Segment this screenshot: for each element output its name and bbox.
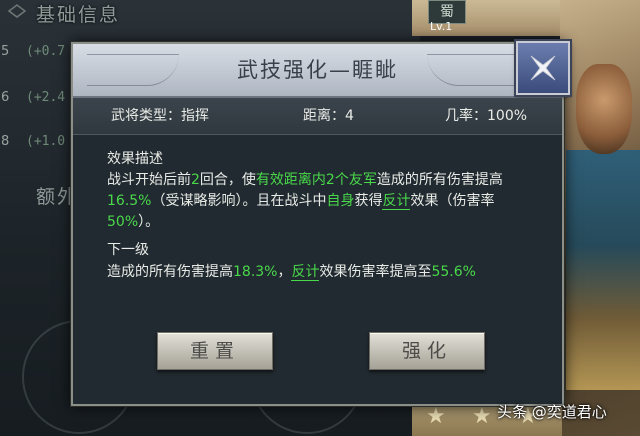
stat-number: 5	[1, 44, 10, 59]
stat-bonus: (+1.0	[26, 134, 66, 149]
level-label: Lv.1	[430, 20, 453, 33]
section-marker-icon	[8, 4, 26, 18]
counter-effect-link[interactable]: 反计	[382, 193, 411, 210]
upgrade-button[interactable]: 强化	[369, 332, 485, 370]
next-level-heading: 下一级	[107, 242, 149, 258]
stat-bonus: (+0.7	[26, 44, 66, 59]
range-value: 距离：4	[303, 108, 354, 124]
character-face	[576, 64, 632, 154]
stat-number: 6	[1, 90, 10, 105]
close-button[interactable]	[516, 41, 570, 95]
close-x-icon	[530, 55, 556, 81]
stat-bonus: (+2.4	[26, 90, 66, 105]
stat-number: 8	[1, 134, 10, 149]
reset-button[interactable]: 重置	[157, 332, 273, 370]
skill-info-row: 武将类型：指挥 距离：4 几率：100%	[73, 98, 562, 135]
chance-value: 几率：100%	[445, 108, 528, 124]
skill-upgrade-dialog: 武技强化—睚眦 武将类型：指挥 距离：4 几率：100% 效果描述 战斗开始后前…	[71, 41, 570, 406]
next-level-description: 造成的所有伤害提高18.3%，反计效果伤害率提高至55.6%	[107, 264, 476, 281]
counter-effect-link[interactable]: 反计	[291, 264, 320, 281]
effect-heading: 效果描述	[107, 151, 163, 167]
star-icon: ★	[472, 404, 492, 429]
star-icon: ★	[426, 404, 446, 429]
section-title: 基础信息	[36, 4, 121, 26]
dialog-title: 武技强化—睚眦	[237, 58, 398, 82]
dialog-header: 武技强化—睚眦	[73, 44, 562, 98]
general-type: 武将类型：指挥	[111, 108, 209, 124]
effect-description: 战斗开始后前2回合，使有效距离内2个友军造成的所有伤害提高16.5%（受谋略影响…	[107, 172, 503, 230]
watermark-text: 头条 @奕道君心	[497, 403, 607, 421]
character-armor	[566, 150, 640, 390]
